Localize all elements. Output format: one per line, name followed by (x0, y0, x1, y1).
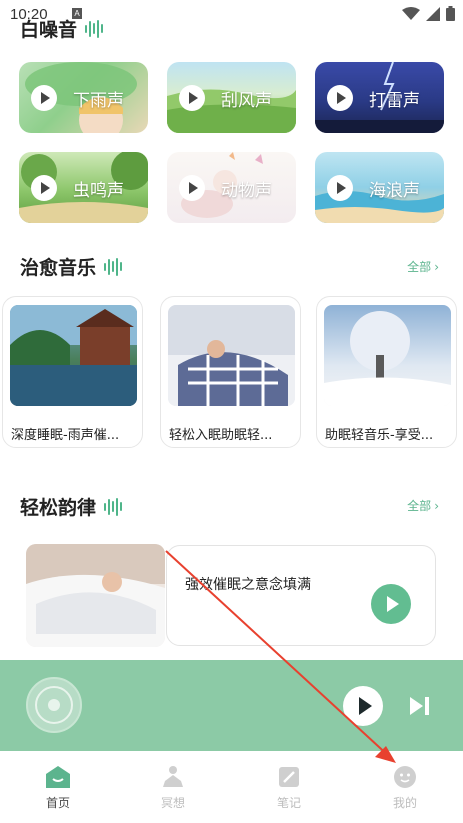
music-thumbnail (10, 305, 137, 406)
music-thumbnail (168, 305, 295, 406)
rhythm-title: 强效催眠之意念填满 (185, 577, 311, 593)
player-play-button[interactable] (343, 686, 383, 726)
tab-label: 我的 (392, 796, 417, 810)
sound-label: 刮风声 (221, 91, 272, 111)
sound-label: 动物声 (221, 181, 272, 201)
healing-music-see-all[interactable]: 全部 › (407, 258, 439, 275)
music-caption: 助眠轻音乐-享受... (325, 428, 434, 443)
sound-label: 下雨声 (73, 91, 124, 111)
music-card[interactable]: 深度睡眠-雨声催... (2, 296, 143, 448)
music-caption: 轻松入眠助眠轻... (169, 428, 273, 443)
sound-card-wind[interactable]: 刮风声 (167, 62, 296, 133)
music-thumbnail (324, 305, 451, 406)
play-icon[interactable] (179, 85, 205, 111)
sound-card-animals[interactable]: 动物声 (167, 152, 296, 223)
relax-rhythm-title: 轻松韵律 (20, 497, 97, 519)
chevron-right-icon: › (434, 259, 439, 274)
see-all-label: 全部 (407, 260, 432, 274)
see-all-label: 全部 (407, 499, 432, 513)
rhythm-thumbnail (26, 544, 165, 647)
sound-card-waves[interactable]: 海浪声 (315, 152, 444, 223)
music-card[interactable]: 助眠轻音乐-享受... (316, 296, 457, 448)
note-icon (279, 767, 299, 787)
rhythm-info: 强效催眠之意念填满 (166, 545, 436, 646)
healing-music-header: 治愈音乐 (20, 253, 123, 280)
waveform-icon (85, 19, 104, 38)
signal-icon (426, 6, 440, 21)
bottom-tab-bar: 首页 冥想 笔记 我的 (0, 751, 463, 823)
meditation-icon (163, 766, 183, 787)
waveform-icon (104, 257, 123, 276)
rhythm-card[interactable]: 强效催眠之意念填满 (26, 544, 437, 647)
status-icons (402, 6, 455, 21)
play-icon[interactable] (179, 175, 205, 201)
skip-next-icon[interactable] (410, 696, 430, 716)
sleeping-bed-image (168, 305, 295, 406)
white-noise-title: 白噪音 (20, 19, 78, 41)
chevron-right-icon: › (434, 498, 439, 513)
music-card[interactable]: 轻松入眠助眠轻... (160, 296, 301, 448)
relax-rhythm-see-all[interactable]: 全部 › (407, 497, 439, 514)
sound-label: 虫鸣声 (73, 181, 124, 201)
tab-notes[interactable]: 笔记 (259, 765, 319, 811)
sound-label: 海浪声 (369, 181, 420, 201)
healing-music-title: 治愈音乐 (20, 257, 97, 279)
tab-meditation[interactable]: 冥想 (143, 765, 203, 811)
mini-player (0, 660, 463, 751)
wifi-icon (402, 6, 420, 20)
music-caption: 深度睡眠-雨声催... (11, 428, 120, 443)
play-icon[interactable] (31, 85, 57, 111)
tab-label: 冥想 (160, 796, 185, 810)
sound-card-insects[interactable]: 虫鸣声 (19, 152, 148, 223)
sound-card-rain[interactable]: 下雨声 (19, 62, 148, 133)
sleeping-child-image (26, 544, 165, 647)
sound-label: 打雷声 (369, 91, 420, 111)
tab-label: 笔记 (276, 796, 301, 810)
lake-cabin-image (10, 305, 137, 406)
play-icon[interactable] (31, 175, 57, 201)
waveform-icon (104, 497, 123, 516)
tab-home[interactable]: 首页 (28, 765, 88, 811)
relax-rhythm-header: 轻松韵律 (20, 493, 123, 520)
play-icon[interactable] (327, 175, 353, 201)
play-button[interactable] (371, 584, 411, 624)
play-icon[interactable] (327, 85, 353, 111)
white-noise-header: 白噪音 (20, 15, 104, 42)
home-icon (46, 766, 70, 788)
battery-icon (446, 6, 455, 21)
tab-profile[interactable]: 我的 (375, 765, 435, 811)
disc-icon[interactable] (26, 677, 82, 733)
profile-icon (394, 766, 416, 788)
snow-tree-image (324, 311, 451, 406)
tab-label: 首页 (45, 796, 70, 810)
sound-card-thunder[interactable]: 打雷声 (315, 62, 444, 133)
